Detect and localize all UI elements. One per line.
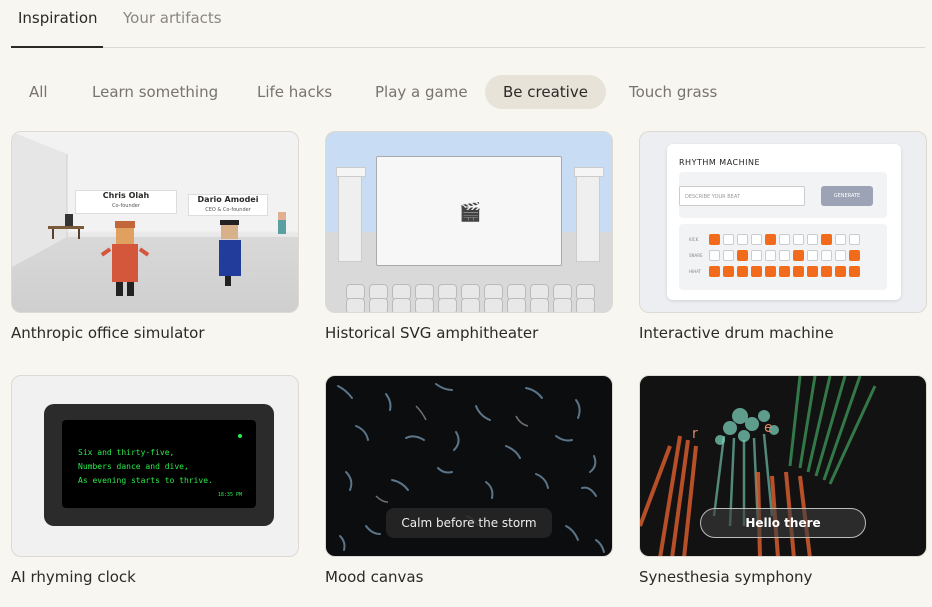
thumbnail-synesthesia: r e Hello there — [639, 375, 927, 557]
drum-step — [751, 266, 762, 277]
drum-step — [709, 266, 720, 277]
pillar-right — [574, 167, 604, 262]
drum-step — [807, 234, 818, 245]
drum-step — [821, 250, 832, 261]
category-life-hacks[interactable]: Life hacks — [239, 75, 350, 109]
clock-screen: Six and thirty-five, Numbers dance and d… — [62, 420, 256, 508]
drum-row-label: HIHAT — [689, 269, 702, 274]
rhythm-heading: RHYTHM MACHINE — [679, 158, 761, 167]
office-scene — [12, 132, 298, 296]
hello-label: Hello there — [700, 508, 866, 538]
namecard-dario: Dario Amodei CEO & Co-founder — [188, 194, 268, 216]
card-title: Synesthesia symphony — [639, 568, 813, 586]
drum-row-label: KICK — [689, 237, 699, 242]
drum-step — [821, 266, 832, 277]
poem-line: Six and thirty-five, — [78, 448, 175, 457]
drum-step — [709, 250, 720, 261]
category-touch-grass[interactable]: Touch grass — [611, 75, 735, 109]
drum-step — [723, 234, 734, 245]
card-title: Anthropic office simulator — [11, 324, 205, 342]
poem-line: As evening starts to thrive. — [78, 476, 213, 485]
tab-bar: Inspiration Your artifacts — [11, 0, 925, 48]
active-tab-indicator — [11, 46, 103, 48]
floating-letter: r — [692, 426, 698, 442]
beat-input: DESCRIBE YOUR BEAT — [679, 186, 805, 206]
category-play-a-game[interactable]: Play a game — [357, 75, 486, 109]
drum-step — [765, 266, 776, 277]
category-learn-something[interactable]: Learn something — [74, 75, 236, 109]
status-dot — [238, 434, 242, 438]
namecard-name: Chris Olah — [102, 191, 150, 200]
pillar-left — [336, 167, 366, 262]
drum-step — [751, 234, 762, 245]
drum-step — [793, 266, 804, 277]
drum-step — [835, 234, 846, 245]
drum-step — [765, 250, 776, 261]
drum-step — [709, 234, 720, 245]
card-title: Historical SVG amphitheater — [325, 324, 539, 342]
clock-device: Six and thirty-five, Numbers dance and d… — [44, 404, 274, 526]
drum-step — [807, 266, 818, 277]
drum-step — [765, 234, 776, 245]
namecard-chris: Chris Olah Co-founder — [75, 190, 177, 214]
card-title: AI rhyming clock — [11, 568, 136, 586]
thumbnail-amphitheater: 🎬 — [325, 131, 613, 313]
step-grid: KICK SNARE HIHAT — [679, 224, 887, 290]
thumbnail-mood-canvas: Calm before the storm — [325, 375, 613, 557]
drum-step — [737, 250, 748, 261]
category-all[interactable]: All — [11, 75, 66, 109]
thumbnail-office-simulator: Chris Olah Co-founder Dario Amodei CEO &… — [11, 131, 299, 313]
drum-step — [807, 250, 818, 261]
drum-step — [751, 250, 762, 261]
floating-letter: e — [764, 420, 773, 436]
mood-label: Calm before the storm — [386, 508, 552, 538]
generate-button: GENERATE — [821, 186, 873, 206]
tab-inspiration[interactable]: Inspiration — [18, 9, 98, 27]
drum-step — [779, 250, 790, 261]
clock-time: 18:35 PM — [217, 492, 242, 498]
namecard-name: Dario Amodei — [197, 195, 259, 204]
drum-step — [779, 266, 790, 277]
namecard-role: Co-founder — [112, 203, 140, 209]
drum-step — [737, 266, 748, 277]
poem-line: Numbers dance and dive, — [78, 462, 189, 471]
seat-rows — [346, 284, 595, 312]
clapperboard-icon: 🎬 — [459, 202, 482, 223]
drum-step — [737, 234, 748, 245]
drum-step — [849, 234, 860, 245]
drum-step — [849, 250, 860, 261]
drum-step — [793, 250, 804, 261]
thumbnail-drum-machine: RHYTHM MACHINE DESCRIBE YOUR BEAT GENERA… — [639, 131, 927, 313]
card-title: Mood canvas — [325, 568, 424, 586]
thumbnail-rhyming-clock: Six and thirty-five, Numbers dance and d… — [11, 375, 299, 557]
card-title: Interactive drum machine — [639, 324, 834, 342]
drum-step — [821, 234, 832, 245]
rhythm-panel: RHYTHM MACHINE DESCRIBE YOUR BEAT GENERA… — [667, 144, 901, 300]
category-be-creative[interactable]: Be creative — [485, 75, 606, 109]
drum-step — [793, 234, 804, 245]
tab-your-artifacts[interactable]: Your artifacts — [123, 9, 222, 27]
drum-step — [835, 266, 846, 277]
drum-row-label: SNARE — [689, 253, 703, 258]
drum-step — [723, 250, 734, 261]
drum-step — [723, 266, 734, 277]
drum-step — [779, 234, 790, 245]
namecard-role: CEO & Co-founder — [205, 207, 251, 213]
drum-step — [835, 250, 846, 261]
drum-step — [849, 266, 860, 277]
